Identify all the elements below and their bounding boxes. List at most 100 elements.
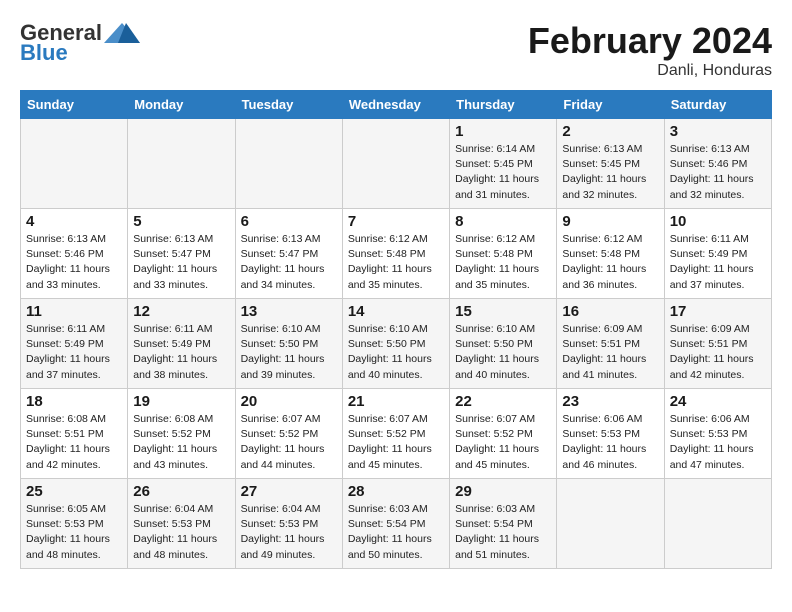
day-number: 5	[133, 213, 229, 230]
day-info: Sunrise: 6:12 AM Sunset: 5:48 PM Dayligh…	[348, 232, 444, 293]
calendar-week-row: 25 Sunrise: 6:05 AM Sunset: 5:53 PM Dayli…	[21, 479, 772, 569]
calendar-week-row: 11 Sunrise: 6:11 AM Sunset: 5:49 PM Dayli…	[21, 299, 772, 389]
day-info: Sunrise: 6:11 AM Sunset: 5:49 PM Dayligh…	[26, 322, 122, 383]
day-number: 16	[562, 303, 658, 320]
day-info: Sunrise: 6:10 AM Sunset: 5:50 PM Dayligh…	[455, 322, 551, 383]
calendar-cell: 22 Sunrise: 6:07 AM Sunset: 5:52 PM Dayli…	[450, 389, 557, 479]
day-number: 14	[348, 303, 444, 320]
day-number: 7	[348, 213, 444, 230]
calendar-cell: 11 Sunrise: 6:11 AM Sunset: 5:49 PM Dayli…	[21, 299, 128, 389]
day-info: Sunrise: 6:03 AM Sunset: 5:54 PM Dayligh…	[348, 502, 444, 563]
day-number: 11	[26, 303, 122, 320]
calendar-cell: 29 Sunrise: 6:03 AM Sunset: 5:54 PM Dayli…	[450, 479, 557, 569]
day-info: Sunrise: 6:12 AM Sunset: 5:48 PM Dayligh…	[562, 232, 658, 293]
calendar-week-row: 18 Sunrise: 6:08 AM Sunset: 5:51 PM Dayli…	[21, 389, 772, 479]
day-number: 25	[26, 483, 122, 500]
calendar-cell	[235, 119, 342, 209]
calendar-cell: 4 Sunrise: 6:13 AM Sunset: 5:46 PM Daylig…	[21, 209, 128, 299]
day-number: 18	[26, 393, 122, 410]
calendar-cell	[664, 479, 771, 569]
day-info: Sunrise: 6:12 AM Sunset: 5:48 PM Dayligh…	[455, 232, 551, 293]
calendar-cell: 12 Sunrise: 6:11 AM Sunset: 5:49 PM Dayli…	[128, 299, 235, 389]
calendar-week-row: 1 Sunrise: 6:14 AM Sunset: 5:45 PM Daylig…	[21, 119, 772, 209]
calendar-cell	[557, 479, 664, 569]
calendar-cell: 7 Sunrise: 6:12 AM Sunset: 5:48 PM Daylig…	[342, 209, 449, 299]
weekday-header-thursday: Thursday	[450, 91, 557, 119]
calendar-cell: 8 Sunrise: 6:12 AM Sunset: 5:48 PM Daylig…	[450, 209, 557, 299]
calendar-cell: 16 Sunrise: 6:09 AM Sunset: 5:51 PM Dayli…	[557, 299, 664, 389]
calendar-cell: 23 Sunrise: 6:06 AM Sunset: 5:53 PM Dayli…	[557, 389, 664, 479]
calendar-cell	[128, 119, 235, 209]
day-number: 1	[455, 123, 551, 140]
day-info: Sunrise: 6:11 AM Sunset: 5:49 PM Dayligh…	[133, 322, 229, 383]
day-number: 19	[133, 393, 229, 410]
day-number: 9	[562, 213, 658, 230]
weekday-header-wednesday: Wednesday	[342, 91, 449, 119]
calendar-cell	[21, 119, 128, 209]
calendar-cell: 24Sunrise: 6:06 AM Sunset: 5:53 PM Dayli…	[664, 389, 771, 479]
day-number: 4	[26, 213, 122, 230]
weekday-header-tuesday: Tuesday	[235, 91, 342, 119]
day-number: 27	[241, 483, 337, 500]
calendar-cell: 20 Sunrise: 6:07 AM Sunset: 5:52 PM Dayli…	[235, 389, 342, 479]
day-number: 12	[133, 303, 229, 320]
day-info: Sunrise: 6:13 AM Sunset: 5:45 PM Dayligh…	[562, 142, 658, 203]
calendar-cell: 18 Sunrise: 6:08 AM Sunset: 5:51 PM Dayli…	[21, 389, 128, 479]
calendar-cell: 13 Sunrise: 6:10 AM Sunset: 5:50 PM Dayli…	[235, 299, 342, 389]
day-number: 20	[241, 393, 337, 410]
weekday-header-row: SundayMondayTuesdayWednesdayThursdayFrid…	[21, 91, 772, 119]
day-number: 22	[455, 393, 551, 410]
day-number: 2	[562, 123, 658, 140]
day-number: 17	[670, 303, 766, 320]
calendar-cell: 2 Sunrise: 6:13 AM Sunset: 5:45 PM Daylig…	[557, 119, 664, 209]
day-info: Sunrise: 6:09 AM Sunset: 5:51 PM Dayligh…	[562, 322, 658, 383]
weekday-header-monday: Monday	[128, 91, 235, 119]
calendar-cell: 5 Sunrise: 6:13 AM Sunset: 5:47 PM Daylig…	[128, 209, 235, 299]
calendar-table: SundayMondayTuesdayWednesdayThursdayFrid…	[20, 90, 772, 569]
calendar-cell: 6Sunrise: 6:13 AM Sunset: 5:47 PM Daylig…	[235, 209, 342, 299]
day-number: 15	[455, 303, 551, 320]
calendar-cell: 19Sunrise: 6:08 AM Sunset: 5:52 PM Dayli…	[128, 389, 235, 479]
day-info: Sunrise: 6:10 AM Sunset: 5:50 PM Dayligh…	[348, 322, 444, 383]
day-info: Sunrise: 6:13 AM Sunset: 5:46 PM Dayligh…	[670, 142, 766, 203]
day-info: Sunrise: 6:03 AM Sunset: 5:54 PM Dayligh…	[455, 502, 551, 563]
logo-icon	[104, 21, 140, 45]
day-number: 13	[241, 303, 337, 320]
day-info: Sunrise: 6:08 AM Sunset: 5:51 PM Dayligh…	[26, 412, 122, 473]
day-info: Sunrise: 6:13 AM Sunset: 5:47 PM Dayligh…	[241, 232, 337, 293]
day-number: 29	[455, 483, 551, 500]
location-subtitle: Danli, Honduras	[528, 62, 772, 80]
day-info: Sunrise: 6:07 AM Sunset: 5:52 PM Dayligh…	[241, 412, 337, 473]
calendar-cell: 17 Sunrise: 6:09 AM Sunset: 5:51 PM Dayli…	[664, 299, 771, 389]
logo-blue: Blue	[20, 40, 68, 66]
day-info: Sunrise: 6:04 AM Sunset: 5:53 PM Dayligh…	[241, 502, 337, 563]
day-info: Sunrise: 6:11 AM Sunset: 5:49 PM Dayligh…	[670, 232, 766, 293]
day-info: Sunrise: 6:07 AM Sunset: 5:52 PM Dayligh…	[348, 412, 444, 473]
title-block: February 2024 Danli, Honduras	[528, 20, 772, 80]
calendar-cell: 3 Sunrise: 6:13 AM Sunset: 5:46 PM Daylig…	[664, 119, 771, 209]
day-number: 23	[562, 393, 658, 410]
calendar-cell	[342, 119, 449, 209]
page-header: General Blue February 2024 Danli, Hondur…	[20, 20, 772, 80]
day-info: Sunrise: 6:06 AM Sunset: 5:53 PM Dayligh…	[562, 412, 658, 473]
logo: General Blue	[20, 20, 140, 66]
calendar-cell: 28 Sunrise: 6:03 AM Sunset: 5:54 PM Dayli…	[342, 479, 449, 569]
calendar-cell: 9 Sunrise: 6:12 AM Sunset: 5:48 PM Daylig…	[557, 209, 664, 299]
weekday-header-friday: Friday	[557, 91, 664, 119]
day-info: Sunrise: 6:14 AM Sunset: 5:45 PM Dayligh…	[455, 142, 551, 203]
calendar-cell: 27 Sunrise: 6:04 AM Sunset: 5:53 PM Dayli…	[235, 479, 342, 569]
day-info: Sunrise: 6:09 AM Sunset: 5:51 PM Dayligh…	[670, 322, 766, 383]
day-info: Sunrise: 6:07 AM Sunset: 5:52 PM Dayligh…	[455, 412, 551, 473]
calendar-cell: 14 Sunrise: 6:10 AM Sunset: 5:50 PM Dayli…	[342, 299, 449, 389]
day-number: 24	[670, 393, 766, 410]
day-info: Sunrise: 6:10 AM Sunset: 5:50 PM Dayligh…	[241, 322, 337, 383]
day-number: 28	[348, 483, 444, 500]
day-number: 8	[455, 213, 551, 230]
day-info: Sunrise: 6:04 AM Sunset: 5:53 PM Dayligh…	[133, 502, 229, 563]
day-number: 10	[670, 213, 766, 230]
day-info: Sunrise: 6:13 AM Sunset: 5:46 PM Dayligh…	[26, 232, 122, 293]
day-info: Sunrise: 6:05 AM Sunset: 5:53 PM Dayligh…	[26, 502, 122, 563]
day-info: Sunrise: 6:13 AM Sunset: 5:47 PM Dayligh…	[133, 232, 229, 293]
day-number: 26	[133, 483, 229, 500]
day-number: 3	[670, 123, 766, 140]
